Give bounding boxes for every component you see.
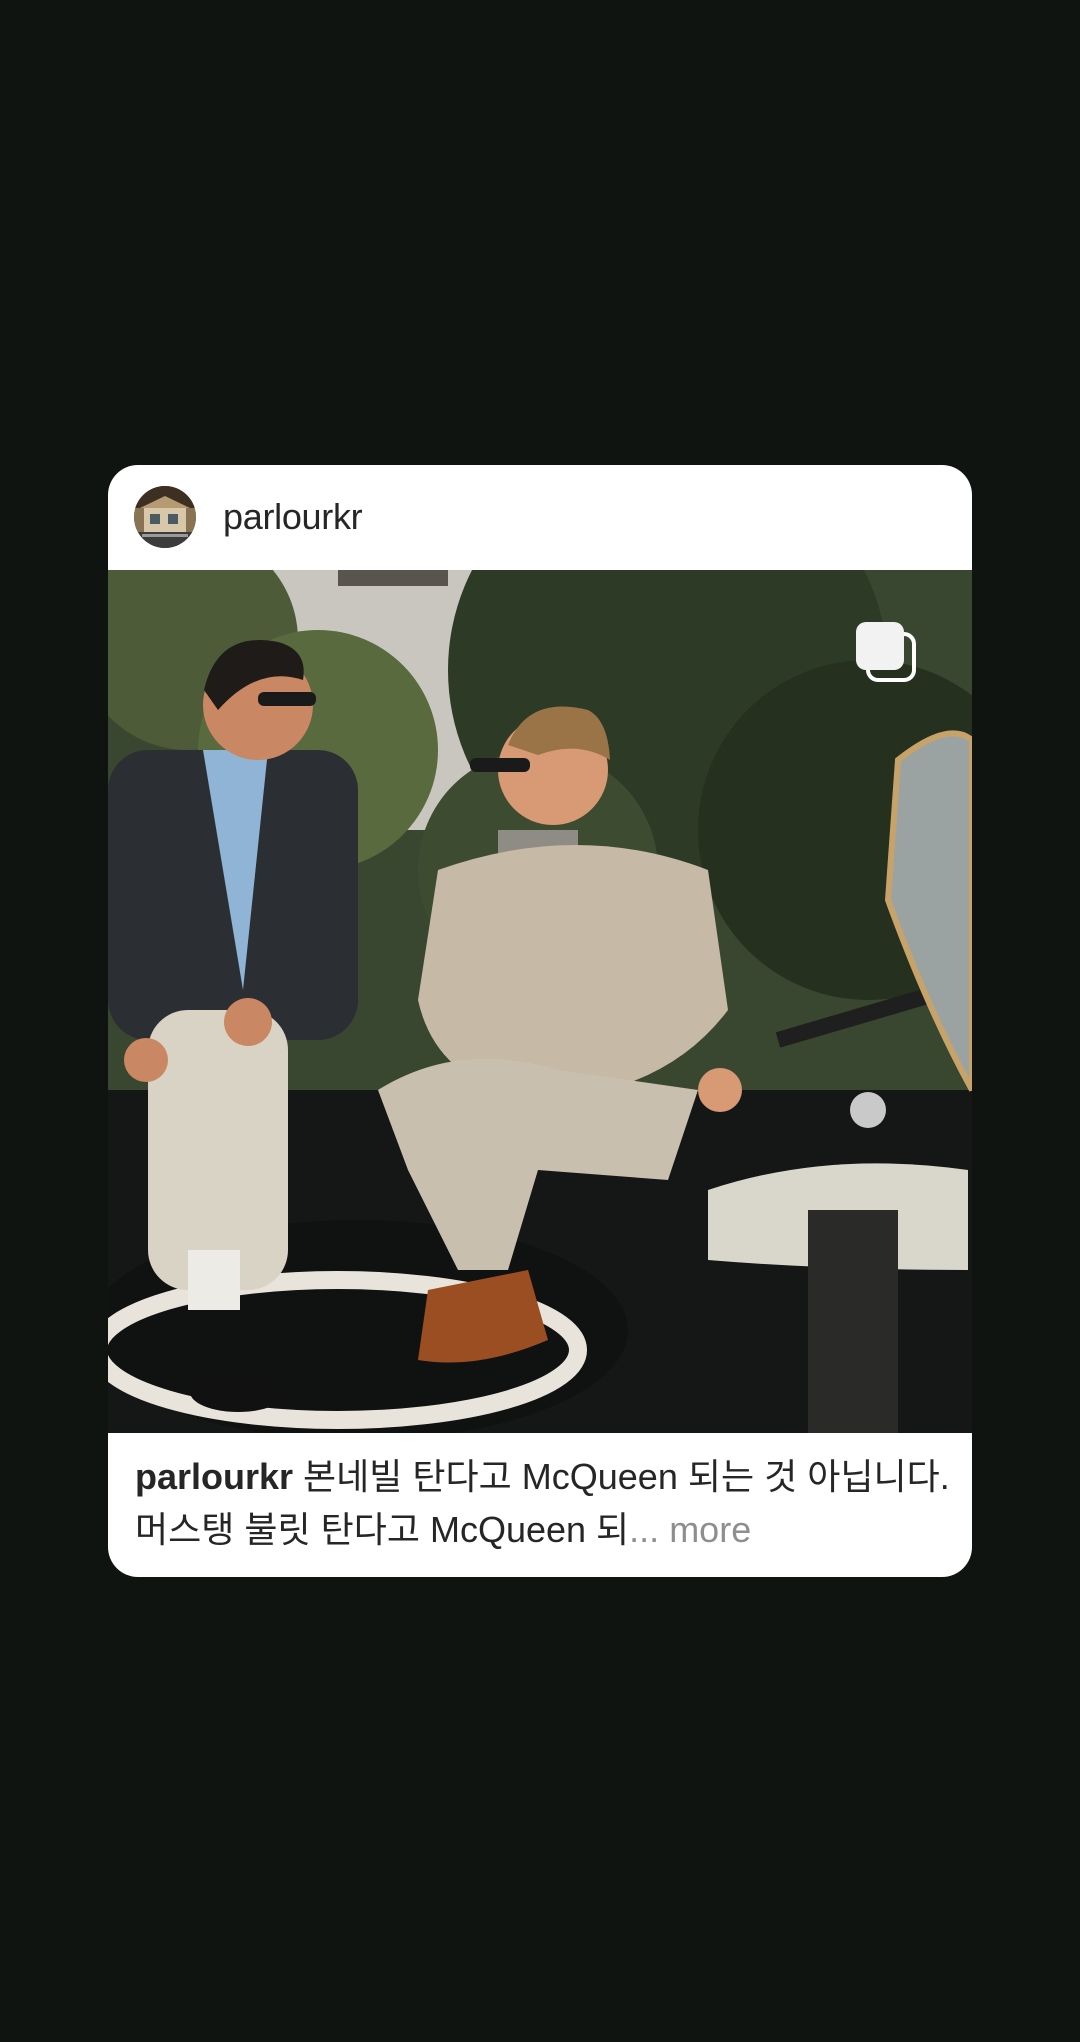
profile-avatar-icon[interactable] bbox=[134, 486, 196, 548]
post-header: parlourkr bbox=[108, 465, 972, 570]
caption-username[interactable]: parlourkr bbox=[135, 1456, 293, 1497]
post-caption: parlourkr 본네빌 탄다고 McQueen 되는 것 아닙니다. 머스탱… bbox=[135, 1450, 955, 1556]
caption-more-button[interactable]: more bbox=[659, 1509, 751, 1550]
post-username[interactable]: parlourkr bbox=[223, 493, 363, 541]
carousel-icon bbox=[854, 620, 918, 684]
post-card[interactable]: parlourkr parlourkr 본네빌 탄다고 McQueen 되는 것… bbox=[108, 465, 972, 1577]
caption-ellipsis: ... bbox=[629, 1509, 660, 1550]
post-photo[interactable] bbox=[108, 570, 972, 1433]
